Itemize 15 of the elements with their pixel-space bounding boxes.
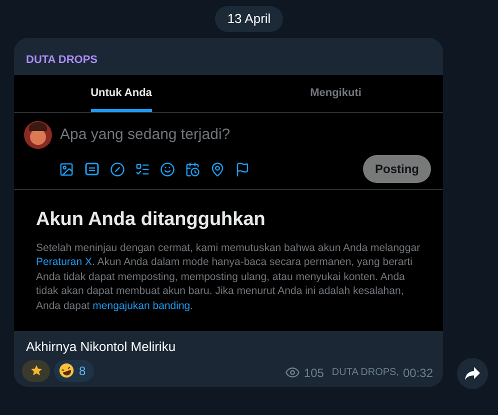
- emoji-reaction[interactable]: 8: [54, 360, 94, 382]
- message-caption: Akhirnya Nikontol Meliriku: [26, 338, 177, 356]
- post-signature: DUTA DROPS,: [332, 366, 399, 380]
- date-pill: 13 April: [215, 6, 283, 32]
- post-time: 00:32: [402, 364, 433, 382]
- notice-title: Akun Anda ditangguhkan: [36, 208, 266, 232]
- notice-text: Setelah meninjau dengan cermat, kami memutuskan bahwa akun Anda melanggar Peraturan X. Akun Anda dalam mode hanya-baca secara permanen, yang berarti Anda tidak dapat memposting, memposting ulang, atau menyukai konten. Anda tidak akan dapat membuat akun baru. Jika menurut Anda ini adalah kesalahan, Anda dapat mengajukan banding.: [36, 240, 421, 313]
- reaction-count: 8: [79, 362, 86, 380]
- view-count: 105: [304, 364, 324, 382]
- channel-name: DUTA DROPS: [26, 54, 98, 66]
- notice-link[interactable]: Peraturan X: [36, 256, 92, 268]
- notice-link[interactable]: mengajukan banding: [92, 300, 190, 312]
- feed-tab[interactable]: Mengikuti: [228, 74, 443, 112]
- compose-field[interactable]: Apa yang sedang terjadi?: [60, 124, 433, 146]
- feed-tab[interactable]: Untuk Anda: [14, 74, 228, 112]
